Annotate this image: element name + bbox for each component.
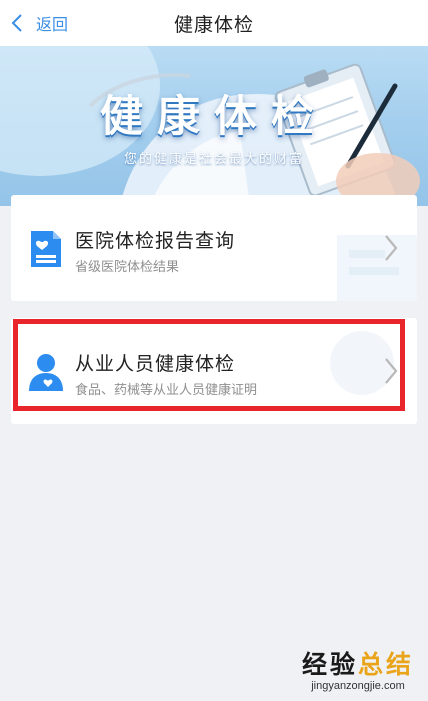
back-button[interactable]: 返回 <box>10 0 68 46</box>
watermark-url: jingyanzongjie.com <box>311 680 405 692</box>
card-background-decoration <box>330 331 394 395</box>
card-subtitle: 省级医院体检结果 <box>75 260 180 275</box>
page-title: 健康体检 <box>173 13 254 36</box>
card-subtitle: 食品、药械等从业人员健康证明 <box>75 383 258 398</box>
worker-health-check-card[interactable]: 从业人员健康体检 食品、药械等从业人员健康证明 <box>11 318 417 424</box>
report-document-icon <box>31 231 61 267</box>
watermark-logo: 经验总结 <box>301 650 414 679</box>
worker-heart-icon <box>29 354 63 391</box>
card-title: 医院体检报告查询 <box>75 230 236 252</box>
hero-banner: 健康体检 您的健康是社会最大的财富 <box>0 46 428 206</box>
chevron-right-icon <box>385 235 398 261</box>
card-title: 从业人员健康体检 <box>75 353 236 375</box>
banner-title: 健康体检 <box>100 92 328 142</box>
hospital-report-card[interactable]: 医院体检报告查询 省级医院体检结果 <box>11 195 417 301</box>
nav-bar: 返回 健康体检 <box>0 0 428 46</box>
watermark: 经验总结 jingyanzongjie.com <box>302 650 414 692</box>
banner-subtitle: 您的健康是社会最大的财富 <box>123 152 304 167</box>
back-label: 返回 <box>36 15 69 34</box>
chevron-left-icon <box>11 14 22 32</box>
chevron-right-icon <box>385 358 398 384</box>
card-background-decoration <box>337 235 417 301</box>
